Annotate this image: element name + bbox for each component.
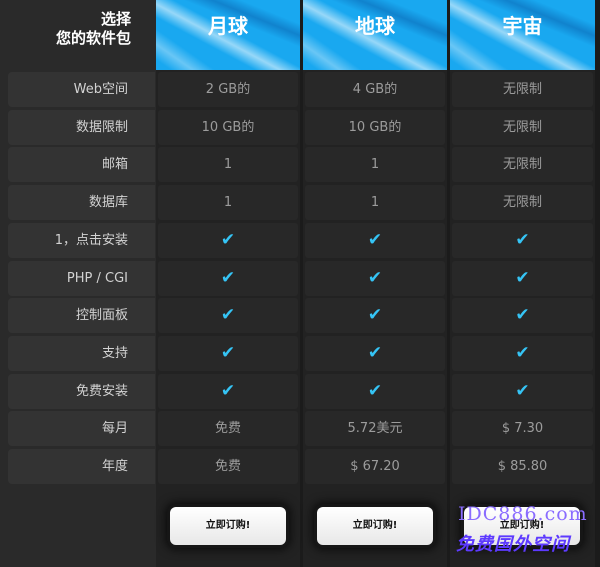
- checkmark-icon: ✔: [158, 222, 298, 258]
- feature-row-database: 数据库 1 1 无限制: [0, 184, 600, 221]
- checkmark-icon: ✔: [305, 335, 445, 371]
- plan-name-earth: 地球: [355, 14, 395, 38]
- checkmark-icon: ✔: [305, 298, 445, 334]
- row-label: 邮箱: [8, 147, 155, 183]
- corner-title-line2: 您的软件包: [55, 29, 131, 47]
- row-label: 数据库: [8, 185, 155, 221]
- row-label: 年度: [8, 449, 155, 484]
- cell-earth: 1: [305, 185, 445, 221]
- price-moon: 免费: [158, 411, 298, 447]
- checkmark-icon: ✔: [452, 335, 593, 371]
- price-earth: 5.72美元: [305, 411, 445, 447]
- plan-header-universe: 宇宙: [450, 0, 595, 70]
- checkmark-icon: ✔: [452, 260, 593, 296]
- price-universe: $ 7.30: [452, 411, 593, 447]
- feature-row-one-click-install: 1，点击安装 ✔ ✔ ✔: [0, 222, 600, 259]
- row-label: PHP / CGI: [8, 260, 155, 296]
- cell-universe: 无限制: [452, 185, 593, 221]
- row-label: 控制面板: [8, 298, 155, 334]
- checkmark-icon: ✔: [452, 222, 593, 258]
- checkmark-icon: ✔: [452, 373, 593, 409]
- checkmark-icon: ✔: [305, 260, 445, 296]
- watermark-text: 免费国外空间: [456, 534, 570, 555]
- feature-row-web-space: Web空间 2 GB的 4 GB的 无限制: [0, 71, 600, 108]
- cell-universe: 无限制: [452, 147, 593, 183]
- checkmark-icon: ✔: [305, 222, 445, 258]
- cell-moon: 2 GB的: [158, 72, 298, 107]
- cell-earth: 4 GB的: [305, 72, 445, 107]
- order-now-button-moon[interactable]: 立即订购!: [170, 507, 286, 545]
- row-label: 每月: [8, 411, 155, 447]
- choose-package-title: 选择 您的软件包: [0, 0, 155, 70]
- cell-moon: 1: [158, 185, 298, 221]
- cell-moon: 1: [158, 147, 298, 183]
- cell-universe: 无限制: [452, 109, 593, 145]
- feature-row-support: 支持 ✔ ✔ ✔: [0, 335, 600, 372]
- plan-header-earth: 地球: [303, 0, 447, 70]
- price-moon: 免费: [158, 449, 298, 484]
- plan-name-moon: 月球: [208, 14, 248, 38]
- row-label: 免费安装: [8, 373, 155, 409]
- cell-earth: 10 GB的: [305, 109, 445, 145]
- price-row-monthly: 每月 免费 5.72美元 $ 7.30: [0, 410, 600, 447]
- cell-earth: 1: [305, 147, 445, 183]
- price-universe: $ 85.80: [452, 449, 593, 484]
- feature-row-control-panel: 控制面板 ✔ ✔ ✔: [0, 297, 600, 334]
- row-label: 1，点击安装: [8, 222, 155, 258]
- plan-name-universe: 宇宙: [502, 14, 543, 38]
- row-label: 数据限制: [8, 109, 155, 145]
- checkmark-icon: ✔: [158, 298, 298, 334]
- cell-universe: 无限制: [452, 72, 593, 107]
- price-row-yearly: 年度 免费 $ 67.20 $ 85.80: [0, 448, 600, 485]
- order-now-button-earth[interactable]: 立即订购!: [317, 507, 433, 545]
- feature-row-data-limit: 数据限制 10 GB的 10 GB的 无限制: [0, 109, 600, 146]
- checkmark-icon: ✔: [452, 298, 593, 334]
- checkmark-icon: ✔: [158, 335, 298, 371]
- watermark-domain: IDC886.com: [458, 503, 588, 525]
- price-earth: $ 67.20: [305, 449, 445, 484]
- feature-row-free-install: 免费安装 ✔ ✔ ✔: [0, 373, 600, 410]
- feature-row-php-cgi: PHP / CGI ✔ ✔ ✔: [0, 260, 600, 297]
- checkmark-icon: ✔: [305, 373, 445, 409]
- feature-row-mailbox: 邮箱 1 1 无限制: [0, 146, 600, 183]
- cell-moon: 10 GB的: [158, 109, 298, 145]
- plan-header-moon: 月球: [156, 0, 300, 70]
- row-label: 支持: [8, 335, 155, 371]
- checkmark-icon: ✔: [158, 373, 298, 409]
- checkmark-icon: ✔: [158, 260, 298, 296]
- corner-title-line1: 选择: [100, 10, 131, 28]
- row-label: Web空间: [8, 72, 155, 107]
